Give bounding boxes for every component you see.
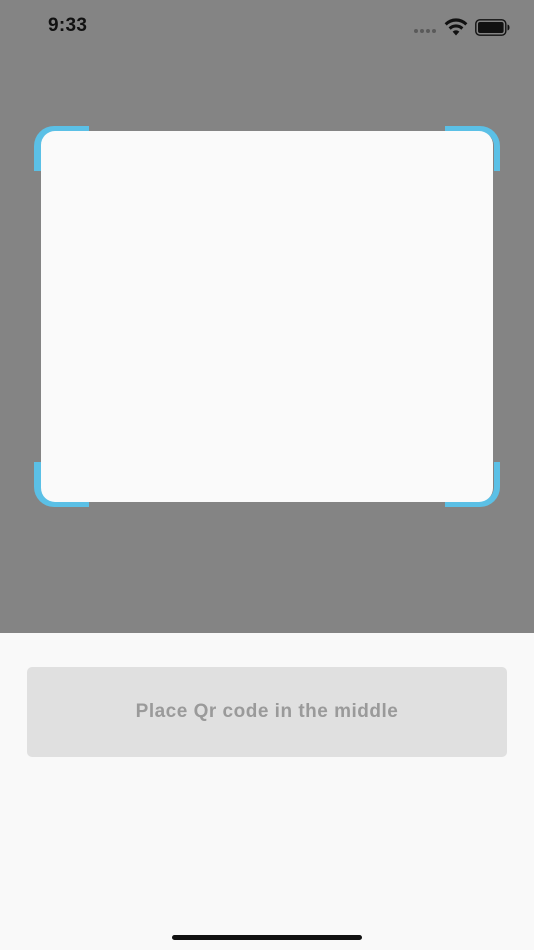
battery-icon	[475, 19, 510, 36]
qr-instruction-button[interactable]: Place Qr code in the middle	[27, 667, 507, 757]
cellular-signal-icon	[414, 29, 436, 33]
camera-preview: 9:33	[0, 0, 534, 633]
bottom-panel: Place Qr code in the middle	[0, 633, 534, 950]
home-indicator[interactable]	[172, 935, 362, 940]
wifi-icon	[444, 18, 468, 36]
status-time: 9:33	[48, 15, 88, 36]
qr-scan-window	[41, 131, 493, 502]
status-bar: 9:33	[0, 0, 534, 56]
